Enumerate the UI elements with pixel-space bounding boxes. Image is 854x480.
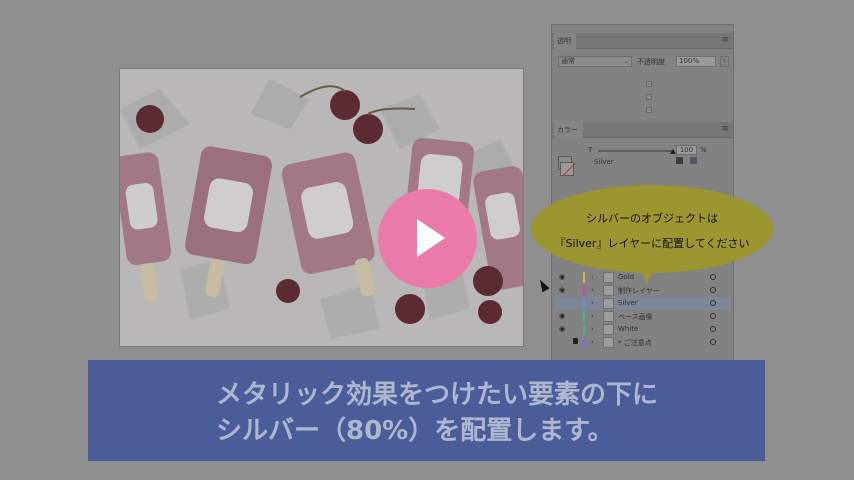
tint-unit: % [700, 146, 707, 154]
chevron-right-icon[interactable]: › [720, 56, 729, 67]
chevron-down-icon: ⌄ [623, 58, 629, 65]
layer-row-base-image[interactable]: ◉ › ベース画像 [555, 310, 730, 323]
chevron-right-icon[interactable]: › [591, 273, 594, 281]
layer-color-bar [583, 285, 585, 296]
layer-name: Silver [618, 299, 638, 307]
layer-color-bar [583, 311, 585, 322]
eye-icon[interactable]: ◉ [559, 287, 565, 294]
layer-thumbnail [603, 324, 614, 335]
tint-slider[interactable] [598, 150, 674, 152]
target-icon[interactable] [710, 300, 716, 306]
lock-icon[interactable] [573, 338, 578, 344]
chevron-right-icon[interactable]: › [591, 338, 594, 346]
blend-mode-select[interactable]: 通常 ⌄ [558, 56, 632, 67]
target-icon[interactable] [710, 339, 716, 345]
opacity-label: 不透明度 [637, 58, 665, 66]
target-icon[interactable] [710, 287, 716, 293]
layer-name: ベース画像 [618, 313, 653, 321]
layer-row-production[interactable]: ◉ › 制作レイヤー [555, 284, 730, 297]
tab-transparency[interactable]: 透明 [554, 33, 576, 49]
layer-color-bar [583, 298, 585, 309]
eye-icon[interactable]: ◉ [559, 274, 565, 281]
layer-row-white[interactable]: ◉ › White [555, 323, 730, 336]
speech-bubble-tail [638, 262, 656, 284]
layer-thumbnail [603, 298, 614, 309]
tab-color[interactable]: カラー [554, 122, 583, 138]
caption-line-1: メタリック効果をつけたい要素の下に [216, 380, 659, 410]
swatch-icon[interactable] [676, 157, 683, 164]
layer-row-silver[interactable]: › Silver [555, 297, 730, 310]
transparency-tabbar: 透明 ≡ [552, 33, 733, 49]
tint-label: T [588, 146, 593, 154]
opacity-input[interactable]: 100% [676, 56, 716, 67]
layer-name: * ご注意点 [618, 339, 652, 347]
layer-name: White [618, 325, 639, 333]
chevron-right-icon[interactable]: › [591, 325, 594, 333]
color-tabbar: カラー ≡ [552, 122, 733, 138]
layer-color-bar [583, 324, 585, 335]
layer-row-notes[interactable]: › * ご注意点 [555, 336, 730, 349]
layer-color-bar [583, 337, 585, 348]
option-checkbox-3[interactable] [646, 107, 652, 113]
caption-line-2: シルバー（80%）を配置します。 [216, 416, 614, 446]
panel-menu-icon[interactable]: ≡ [721, 35, 729, 45]
play-button[interactable] [378, 189, 477, 288]
blend-mode-value: 通常 [561, 57, 575, 65]
spectrum-icon[interactable] [690, 157, 697, 164]
fill-swatch[interactable] [560, 162, 574, 176]
tab-color-label: カラー [557, 126, 578, 134]
option-checkbox-2[interactable] [646, 94, 652, 100]
swatch-name: Silver [594, 158, 614, 166]
chevron-right-icon[interactable]: › [591, 312, 594, 320]
layer-name: 制作レイヤー [618, 287, 660, 295]
layer-thumbnail [603, 285, 614, 296]
layer-thumbnail [603, 337, 614, 348]
layer-color-bar [583, 272, 585, 283]
layer-thumbnail [603, 272, 614, 283]
eye-icon[interactable]: ◉ [559, 313, 565, 320]
speech-bubble [531, 185, 773, 273]
target-icon[interactable] [710, 274, 716, 280]
tint-input[interactable]: 100 [676, 145, 697, 155]
subtitle-caption: メタリック効果をつけたい要素の下に シルバー（80%）を配置します。 [88, 360, 765, 461]
eye-icon[interactable]: ◉ [559, 326, 565, 333]
bubble-text-line-2: 『Silver』レイヤーに配置してください [554, 237, 750, 250]
target-icon[interactable] [710, 313, 716, 319]
target-icon[interactable] [710, 326, 716, 332]
tab-transparency-label: 透明 [557, 37, 571, 45]
chevron-right-icon[interactable]: › [591, 286, 594, 294]
layer-name: Gold [618, 273, 635, 281]
panel-menu-icon[interactable]: ≡ [721, 124, 729, 134]
mouse-cursor-icon [536, 277, 550, 293]
bubble-text-line-1: シルバーのオブジェクトは [586, 212, 718, 225]
layer-thumbnail [603, 311, 614, 322]
option-checkbox-1[interactable] [646, 81, 652, 87]
chevron-right-icon[interactable]: › [591, 299, 594, 307]
